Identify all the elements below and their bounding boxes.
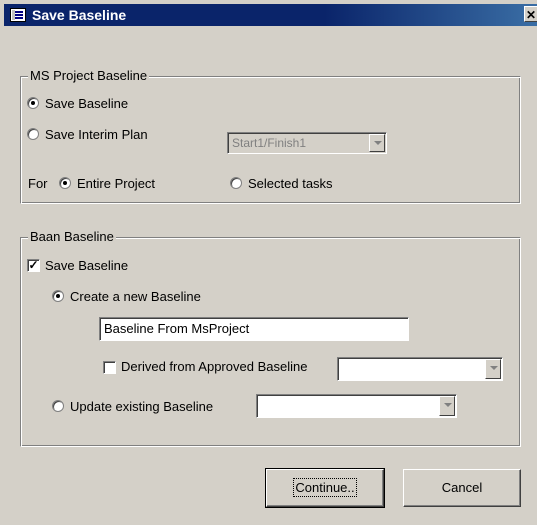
cancel-button[interactable]: Cancel <box>403 469 521 507</box>
chevron-down-icon[interactable] <box>369 134 385 152</box>
continue-button-label: Continue.. <box>293 478 357 497</box>
selected-tasks-radio[interactable] <box>230 177 242 189</box>
create-new-baseline-label[interactable]: Create a new Baseline <box>70 289 201 304</box>
close-button[interactable]: ✕ <box>524 6 537 22</box>
chevron-down-icon[interactable] <box>439 396 455 416</box>
derived-from-approved-label[interactable]: Derived from Approved Baseline <box>121 359 307 374</box>
interim-plan-select[interactable]: Start1/Finish1 <box>227 132 387 154</box>
baan-save-baseline-label[interactable]: Save Baseline <box>45 258 128 273</box>
continue-button[interactable]: Continue.. <box>265 468 385 508</box>
update-existing-baseline-radio[interactable] <box>52 400 64 412</box>
save-interim-plan-label[interactable]: Save Interim Plan <box>45 127 148 142</box>
update-existing-baseline-label[interactable]: Update existing Baseline <box>70 399 213 414</box>
baan-save-baseline-checkbox[interactable]: ✓ <box>27 259 40 272</box>
create-new-baseline-radio[interactable] <box>52 290 64 302</box>
save-baseline-radio-label[interactable]: Save Baseline <box>45 96 128 111</box>
baan-baseline-legend: Baan Baseline <box>28 229 116 244</box>
title-bar[interactable]: Save Baseline ✕ <box>4 4 537 26</box>
entire-project-label[interactable]: Entire Project <box>77 176 155 191</box>
new-baseline-name-input[interactable]: Baseline From MsProject <box>99 317 409 341</box>
derived-from-approved-checkbox[interactable] <box>103 361 116 374</box>
save-baseline-radio[interactable] <box>27 97 39 109</box>
window-title: Save Baseline <box>32 7 127 23</box>
existing-baseline-select[interactable] <box>256 394 457 418</box>
ms-project-baseline-legend: MS Project Baseline <box>28 68 150 83</box>
save-baseline-dialog: Save Baseline ✕ MS Project Baseline Save… <box>0 0 537 525</box>
approved-baseline-select[interactable] <box>337 357 503 381</box>
cancel-button-label: Cancel <box>441 480 483 495</box>
save-interim-plan-radio[interactable] <box>27 128 39 140</box>
entire-project-radio[interactable] <box>59 177 71 189</box>
for-label: For <box>28 176 48 191</box>
chevron-down-icon[interactable] <box>485 359 501 379</box>
interim-plan-select-value: Start1/Finish1 <box>232 136 307 150</box>
window-icon <box>10 8 26 22</box>
selected-tasks-label[interactable]: Selected tasks <box>248 176 333 191</box>
